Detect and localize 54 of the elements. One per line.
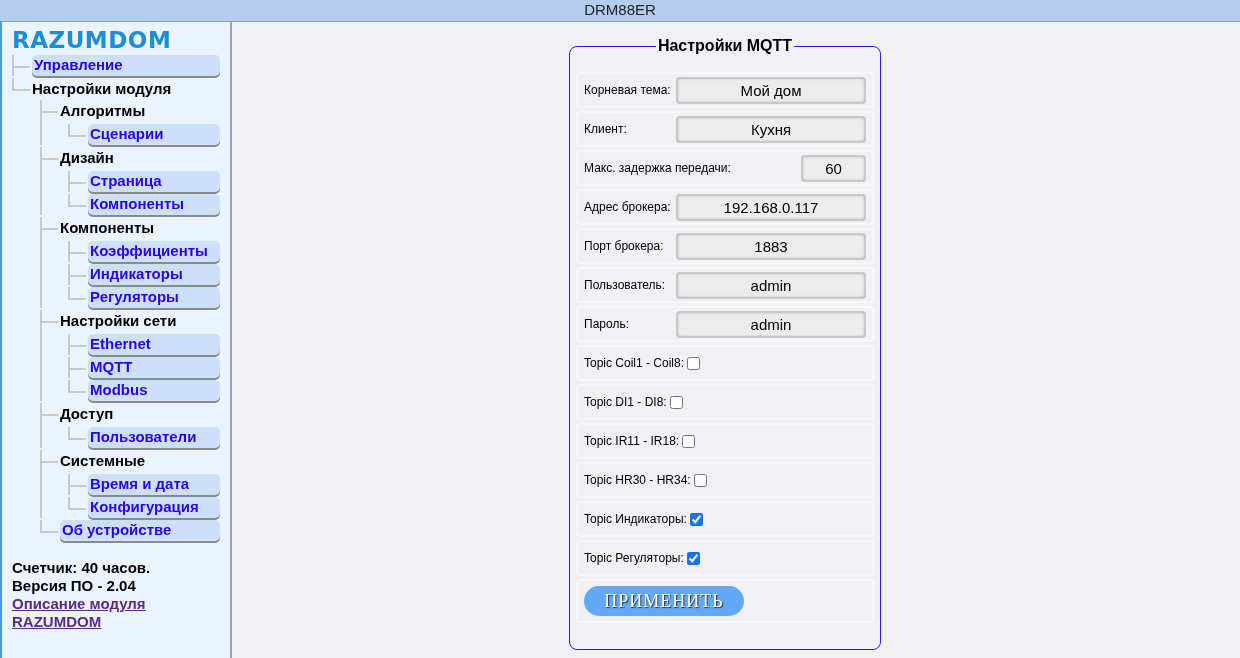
menu-group: Настройки модуля [32, 78, 220, 100]
link[interactable]: RAZUMDOM [12, 613, 102, 630]
field-label: Topic IR11 - IR18: [584, 433, 680, 450]
field-label: Адрес брокера: [584, 199, 671, 216]
menu-group: Компоненты [60, 217, 220, 239]
menu-group: Доступ [60, 403, 220, 425]
input-field[interactable]: admin [676, 310, 866, 338]
menu-link[interactable]: Регуляторы [88, 287, 220, 308]
link[interactable]: Описание модуля [12, 595, 146, 612]
menu-link[interactable]: Страница [88, 171, 220, 192]
menu-link[interactable]: MQTT [88, 357, 220, 378]
info-text: Счетчик: 40 часов. [12, 559, 152, 577]
input-field[interactable]: 60 [801, 154, 866, 182]
checkbox[interactable] [686, 551, 700, 565]
input-field[interactable]: 1883 [676, 232, 866, 260]
menu-group: Настройки сети [60, 310, 220, 332]
menu-link[interactable]: Пользователи [88, 427, 220, 448]
menu-link[interactable]: Время и дата [88, 474, 220, 495]
menu-group: Алгоритмы [60, 100, 220, 122]
menu-link[interactable]: Modbus [88, 380, 220, 401]
field-label: Корневая тема: [584, 82, 671, 99]
field-label: Topic Coil1 - Coil8: [584, 355, 685, 372]
menu-link[interactable]: Компоненты [88, 194, 220, 215]
input-field[interactable]: 192.168.0.117 [676, 193, 866, 221]
checkbox[interactable] [687, 356, 701, 370]
field-label: Пользователь: [584, 277, 666, 294]
field-label: Макс. задержка передачи: [584, 160, 731, 177]
checkbox[interactable] [689, 512, 703, 526]
menu-group: Системные [60, 450, 220, 472]
menu-link[interactable]: Коэффициенты [88, 241, 220, 262]
checkbox[interactable] [682, 434, 696, 448]
menu-link[interactable]: Об устройстве [60, 520, 220, 541]
menu-link[interactable]: Ethernet [88, 334, 220, 355]
field-label: Пароль: [584, 316, 629, 333]
field-label: Topic Регуляторы: [584, 550, 684, 567]
menu-group: Дизайн [60, 147, 220, 169]
input-field[interactable]: admin [676, 271, 866, 299]
menu-link[interactable]: Сценарии [88, 124, 220, 145]
info-text: Версия ПО - 2.04 [12, 577, 137, 595]
checkbox[interactable] [669, 395, 683, 409]
checkbox[interactable] [693, 473, 707, 487]
title-bar: DRM88ER [0, 0, 1240, 22]
field-label: Topic DI1 - DI8: [584, 394, 667, 411]
menu-link[interactable]: Управление [32, 55, 220, 76]
input-field[interactable]: Мой дом [676, 76, 866, 104]
logo: RAZUMDOM [12, 27, 173, 53]
field-label: Topic HR30 - HR34: [584, 472, 691, 489]
field-label: Topic Индикаторы: [584, 511, 687, 528]
menu-link[interactable]: Индикаторы [88, 264, 220, 285]
field-label: Порт брокера: [584, 238, 664, 255]
input-field[interactable]: Кухня [676, 115, 866, 143]
field-label: Клиент: [584, 121, 627, 138]
menu-link[interactable]: Конфигурация [88, 497, 220, 518]
panel-title: Настройки MQTT [656, 36, 794, 56]
